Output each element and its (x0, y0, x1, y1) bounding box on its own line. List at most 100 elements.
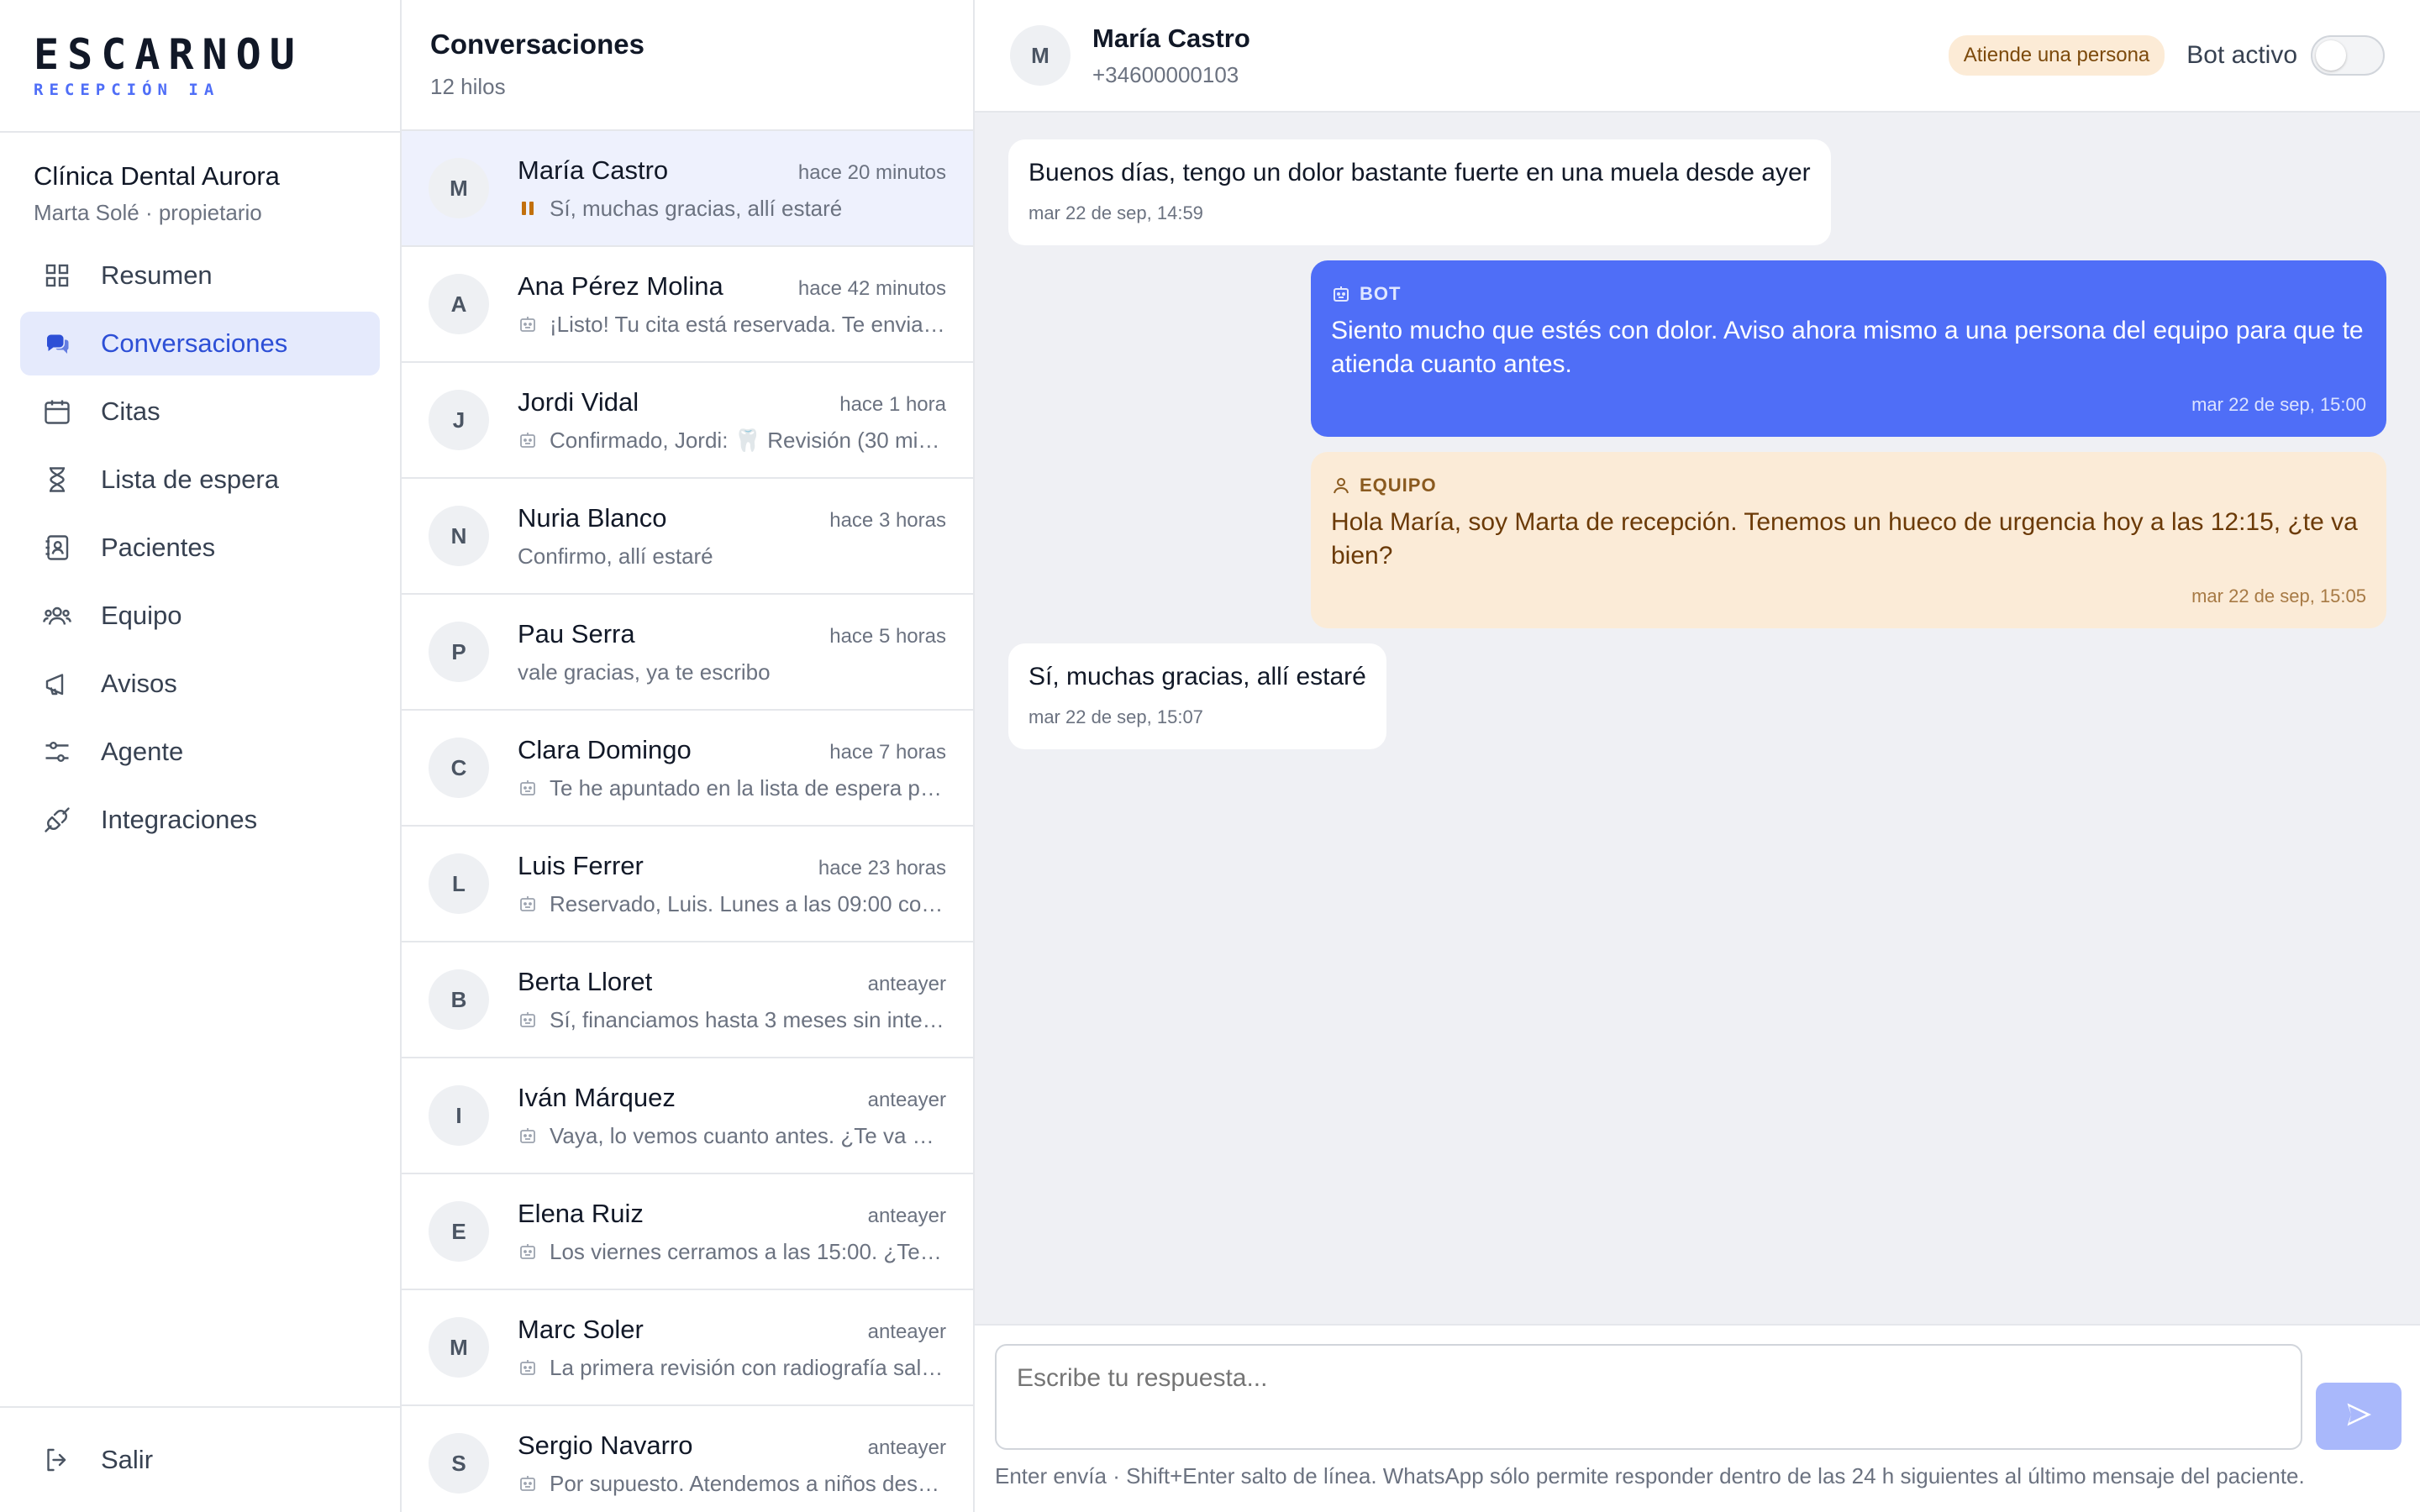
message-text: Buenos días, tengo un dolor bastante fue… (1028, 159, 1811, 186)
thread-name: María Castro (518, 155, 669, 185)
thread-item[interactable]: M María Castro hace 20 minutos Sí, muchas g… (402, 131, 973, 247)
composer: Enter envía · Shift+Enter salto de línea… (975, 1324, 2420, 1512)
thread-preview: vale gracias, ya te escribo (518, 659, 946, 685)
clinic-name: Clínica Dental Aurora (34, 161, 280, 191)
thread-item[interactable]: M Marc Soler anteayer La primera revisión c… (402, 1290, 973, 1406)
chat-icon (42, 328, 72, 359)
thread-body: Iván Márquez anteayer Vaya, lo vemos cuant… (518, 1083, 946, 1149)
message-time: mar 22 de sep, 14:59 (1028, 202, 1203, 223)
thread-preview-text: Te he apuntado en la lista de espera par… (550, 774, 946, 801)
thread-body: Clara Domingo hace 7 horas Te he apuntado … (518, 735, 946, 801)
thread-time: hace 5 horas (829, 624, 946, 648)
sidebar-item-agente[interactable]: Agente (20, 720, 380, 784)
plug-icon (42, 805, 72, 835)
sidebar-item-label: Agente (101, 737, 184, 766)
composer-row (995, 1344, 2402, 1450)
sidebar-item-pacientes[interactable]: Pacientes (20, 516, 380, 580)
thread-name: Jordi Vidal (518, 386, 639, 417)
contact-name: María Castro (1092, 23, 1250, 53)
sidebar-item-resumen[interactable]: Resumen (20, 244, 380, 307)
message-sender: BOT (1360, 283, 1402, 304)
message-time: mar 22 de sep, 15:07 (1028, 706, 1203, 727)
sidebar-item-citas[interactable]: Citas (20, 380, 380, 444)
bot-icon (518, 1242, 538, 1262)
message-bubble: Buenos días, tengo un dolor bastante fue… (1008, 139, 1831, 245)
sidebar-item-avisos[interactable]: Avisos (20, 652, 380, 716)
user-icon (1331, 475, 1360, 496)
message-row: BOT Siento mucho que estés con dolor. Avi… (1008, 260, 2386, 437)
thread-item[interactable]: N Nuria Blanco hace 3 horas Confirmo, allí … (402, 479, 973, 595)
send-button[interactable] (2316, 1383, 2402, 1450)
message-bubble: BOT Siento mucho que estés con dolor. Avi… (1311, 260, 2386, 437)
thread-top: Nuria Blanco hace 3 horas (518, 503, 946, 533)
thread-preview-text: Los viernes cerramos a las 15:00. ¿Te vi… (550, 1238, 946, 1264)
thread-list: Conversaciones 12 hilos M María Castro hac… (402, 0, 975, 1512)
sidebar-item-lista-de-espera[interactable]: Lista de espera (20, 448, 380, 512)
hourglass-icon (42, 465, 72, 495)
thread-item[interactable]: E Elena Ruiz anteayer Los viernes cerramos … (402, 1174, 973, 1290)
logout-button[interactable]: Salir (0, 1406, 400, 1512)
thread-avatar: I (429, 1085, 489, 1146)
thread-item[interactable]: C Clara Domingo hace 7 horas Te he apuntado… (402, 711, 973, 827)
thread-avatar: S (429, 1433, 489, 1494)
thread-item[interactable]: L Luis Ferrer hace 23 horas Reservado, Luis… (402, 827, 973, 942)
thread-item[interactable]: S Sergio Navarro anteayer Por supuesto. Ate… (402, 1406, 973, 1512)
sidebar-item-label: Resumen (101, 260, 213, 290)
message-bubble: EQUIPO Hola María, soy Marta de recepción… (1311, 452, 2386, 628)
human-handling-badge: Atiende una persona (1948, 35, 2165, 76)
thread-body: Luis Ferrer hace 23 horas Reservado, Luis.… (518, 851, 946, 917)
thread-preview: Reservado, Luis. Lunes a las 09:00 con l… (518, 891, 946, 917)
thread-item[interactable]: B Berta Lloret anteayer Sí, financiamos has… (402, 942, 973, 1058)
sidebar-item-integraciones[interactable]: Integraciones (20, 788, 380, 852)
sidebar-item-label: Pacientes (101, 533, 216, 562)
thread-preview-text: Confirmo, allí estaré (518, 543, 713, 569)
send-icon (2344, 1399, 2374, 1434)
thread-name: Sergio Navarro (518, 1430, 693, 1460)
message-time: mar 22 de sep, 15:00 (2191, 394, 2366, 415)
thread-preview-text: Confirmado, Jordi: 🦷 Revisión (30 min) e… (550, 427, 946, 453)
message-bubble: Sí, muchas gracias, allí estaré mar 22 de… (1008, 643, 1386, 749)
thread-preview: Sí, muchas gracias, allí estaré (518, 196, 946, 222)
app-window: ESCARNOU RECEPCIÓN IA Clínica Dental Aur… (0, 0, 2420, 1512)
bot-icon (518, 430, 538, 450)
thread-time: hace 42 minutos (797, 276, 946, 300)
thread-name: Nuria Blanco (518, 502, 667, 533)
thread-top: Berta Lloret anteayer (518, 967, 946, 997)
thread-top: Iván Márquez anteayer (518, 1083, 946, 1113)
thread-preview: Sí, financiamos hasta 3 meses sin intere… (518, 1007, 946, 1033)
thread-avatar: E (429, 1201, 489, 1262)
bot-icon (518, 314, 538, 334)
thread-top: Sergio Navarro anteayer (518, 1431, 946, 1461)
sidebar-item-conversaciones[interactable]: Conversaciones (20, 312, 380, 375)
thread-item[interactable]: A Ana Pérez Molina hace 42 minutos ¡Listo! … (402, 247, 973, 363)
thread-preview-text: Reservado, Luis. Lunes a las 09:00 con l… (550, 890, 946, 916)
sidebar-item-label: Integraciones (101, 805, 258, 834)
reply-input[interactable] (995, 1344, 2302, 1450)
thread-body: Sergio Navarro anteayer Por supuesto. Aten… (518, 1431, 946, 1497)
thread-top: Marc Soler anteayer (518, 1315, 946, 1345)
sidebar-item-equipo[interactable]: Equipo (20, 584, 380, 648)
thread-body: Ana Pérez Molina hace 42 minutos ¡Listo! T… (518, 271, 946, 338)
sidebar-nav: Resumen Conversaciones Citas Lista de esper… (0, 244, 400, 852)
thread-name: Marc Soler (518, 1314, 644, 1344)
sliders-icon (42, 737, 72, 767)
thread-item[interactable]: I Iván Márquez anteayer Vaya, lo vemos cuan… (402, 1058, 973, 1174)
pause-icon (518, 198, 538, 218)
thread-body: Marc Soler anteayer La primera revisión co… (518, 1315, 946, 1381)
bot-toggle[interactable] (2311, 35, 2385, 76)
thread-item[interactable]: P Pau Serra hace 5 horas vale gracias, ya t… (402, 595, 973, 711)
thread-list-title: Conversaciones (430, 29, 644, 60)
bot-icon (518, 1010, 538, 1030)
thread-name: Iván Márquez (518, 1082, 676, 1112)
thread-top: Pau Serra hace 5 horas (518, 619, 946, 649)
thread-body: Jordi Vidal hace 1 hora Confirmado, Jordi:… (518, 387, 946, 454)
brand-logo[interactable]: ESCARNOU (34, 34, 366, 76)
brand: ESCARNOU RECEPCIÓN IA (0, 0, 400, 133)
thread-time: hace 1 hora (839, 392, 946, 416)
thread-body: Nuria Blanco hace 3 horas Confirmo, allí e… (518, 503, 946, 570)
thread-preview: Confirmado, Jordi: 🦷 Revisión (30 min) e… (518, 428, 946, 454)
bot-icon (518, 778, 538, 798)
bot-icon (518, 1126, 538, 1146)
thread-item[interactable]: J Jordi Vidal hace 1 hora Confirmado, Jordi… (402, 363, 973, 479)
thread-name: Ana Pérez Molina (518, 270, 723, 301)
